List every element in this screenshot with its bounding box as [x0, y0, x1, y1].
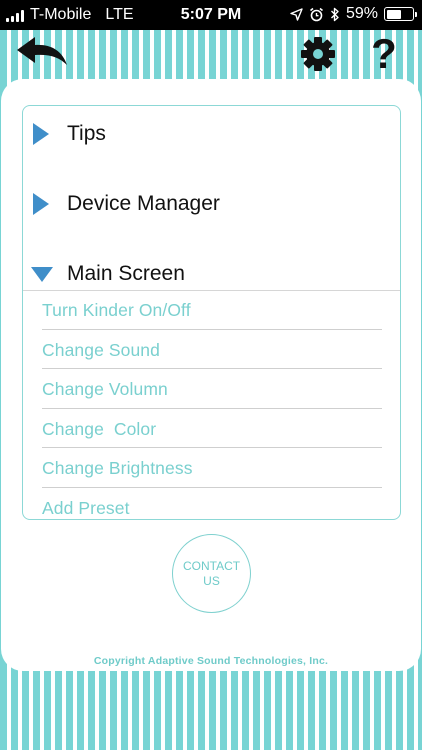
battery-percent: 59% — [345, 5, 378, 22]
menu-item-turn-kinder-on-off[interactable]: Turn Kinder On/Off — [42, 300, 191, 321]
section-label: Main Screen — [67, 262, 185, 285]
alarm-clock-icon — [309, 7, 323, 21]
copyright-text: Copyright Adaptive Sound Technologies, I… — [93, 655, 329, 667]
back-arrow-icon — [17, 37, 67, 65]
section-label: Tips — [67, 122, 106, 145]
contact-us-button[interactable]: CONTACT US — [172, 534, 251, 613]
status-bar: T-Mobile LTE 5:07 PM 59% — [0, 0, 422, 30]
section-device-manager[interactable]: Device Manager — [23, 184, 400, 224]
help-menu: Tips Device Manager Main Screen Turn Kin… — [22, 105, 401, 520]
location-arrow-icon — [290, 7, 303, 21]
menu-item-change-brightness[interactable]: Change Brightness — [42, 458, 193, 479]
divider — [42, 408, 382, 409]
back-button[interactable] — [14, 34, 70, 74]
menu-item-change-volumn[interactable]: Change Volumn — [42, 379, 168, 400]
collapse-arrow-icon — [31, 266, 53, 282]
menu-item-change-sound[interactable]: Change Sound — [42, 340, 160, 361]
divider — [42, 487, 382, 488]
expand-arrow-icon — [33, 123, 49, 145]
expand-arrow-icon — [33, 193, 49, 215]
gear-icon — [301, 37, 335, 71]
divider — [42, 329, 382, 330]
divider — [42, 447, 382, 448]
divider — [42, 368, 382, 369]
battery-level-fill — [386, 9, 402, 19]
bluetooth-icon — [330, 7, 339, 21]
section-tips[interactable]: Tips — [23, 114, 400, 154]
settings-button[interactable] — [298, 34, 338, 74]
help-card: Tips Device Manager Main Screen Turn Kin… — [1, 79, 421, 671]
divider — [23, 290, 400, 291]
menu-item-add-preset[interactable]: Add Preset — [42, 498, 130, 519]
menu-item-change-color[interactable]: Change Color — [42, 419, 156, 440]
status-indicators: 59% — [290, 5, 417, 23]
help-button[interactable]: ? — [364, 33, 404, 75]
battery-icon — [384, 7, 417, 21]
section-main-screen[interactable]: Main Screen — [23, 254, 400, 294]
section-label: Device Manager — [67, 192, 220, 215]
